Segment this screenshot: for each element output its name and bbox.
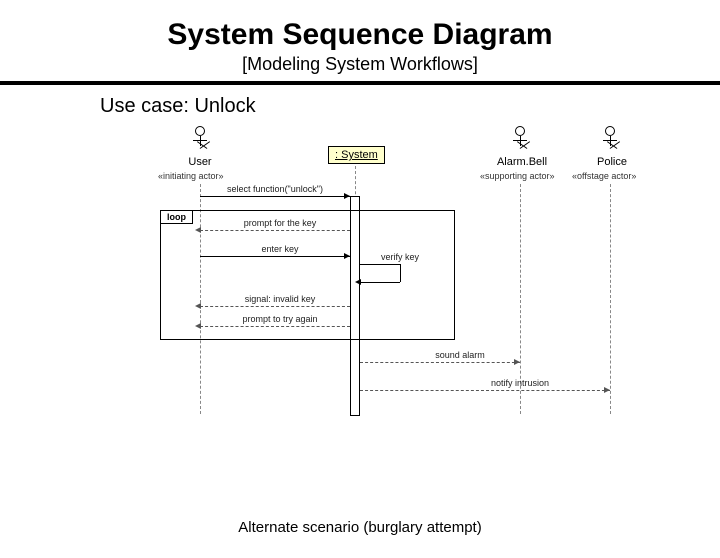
arrowhead-m6 (195, 323, 201, 329)
message-select-function: select function("unlock") (210, 184, 340, 194)
message-enter-key: enter key (240, 244, 320, 254)
arrow-m8 (360, 390, 610, 391)
footer-caption: Alternate scenario (burglary attempt) (0, 519, 720, 536)
loop-label: loop (160, 210, 193, 224)
divider (0, 81, 720, 85)
message-verify-key: verify key (370, 252, 430, 262)
arrowhead-m3 (344, 253, 350, 259)
page-title: System Sequence Diagram (0, 18, 720, 52)
arrow-m2 (200, 230, 350, 231)
use-case-label: Use case: Unlock (100, 95, 720, 118)
lifeline-police (610, 184, 611, 414)
arrowhead-m2 (195, 227, 201, 233)
message-invalid-key: signal: invalid key (220, 294, 340, 304)
arrowhead-m1 (344, 193, 350, 199)
self-m4-bot (360, 282, 400, 283)
message-notify-intrusion: notify intrusion (470, 378, 570, 388)
arrowhead-m8 (604, 387, 610, 393)
arrow-m3 (200, 256, 350, 257)
message-prompt-key: prompt for the key (220, 218, 340, 228)
arrow-m1 (200, 196, 350, 197)
sequence-diagram: User «initiating actor» : System Alarm.B… (140, 126, 660, 446)
page-subtitle: [Modeling System Workflows] (0, 54, 720, 75)
participant-system: : System (328, 146, 385, 164)
message-try-again: prompt to try again (220, 314, 340, 324)
actor-user-label: User (180, 156, 220, 168)
arrow-m5 (200, 306, 350, 307)
message-sound-alarm: sound alarm (410, 350, 510, 360)
arrow-m6 (200, 326, 350, 327)
actor-police-label: Police (592, 156, 632, 168)
self-m4-top (360, 264, 400, 265)
arrowhead-m4 (355, 279, 361, 285)
arrowhead-m5 (195, 303, 201, 309)
actor-police-stereo: «offstage actor» (572, 171, 636, 181)
actor-alarm-label: Alarm.Bell (492, 156, 552, 168)
actor-user-stereo: «initiating actor» (158, 171, 224, 181)
arrow-m7 (360, 362, 520, 363)
self-m4-side (400, 264, 401, 282)
arrowhead-m7 (514, 359, 520, 365)
actor-alarm-stereo: «supporting actor» (480, 171, 555, 181)
